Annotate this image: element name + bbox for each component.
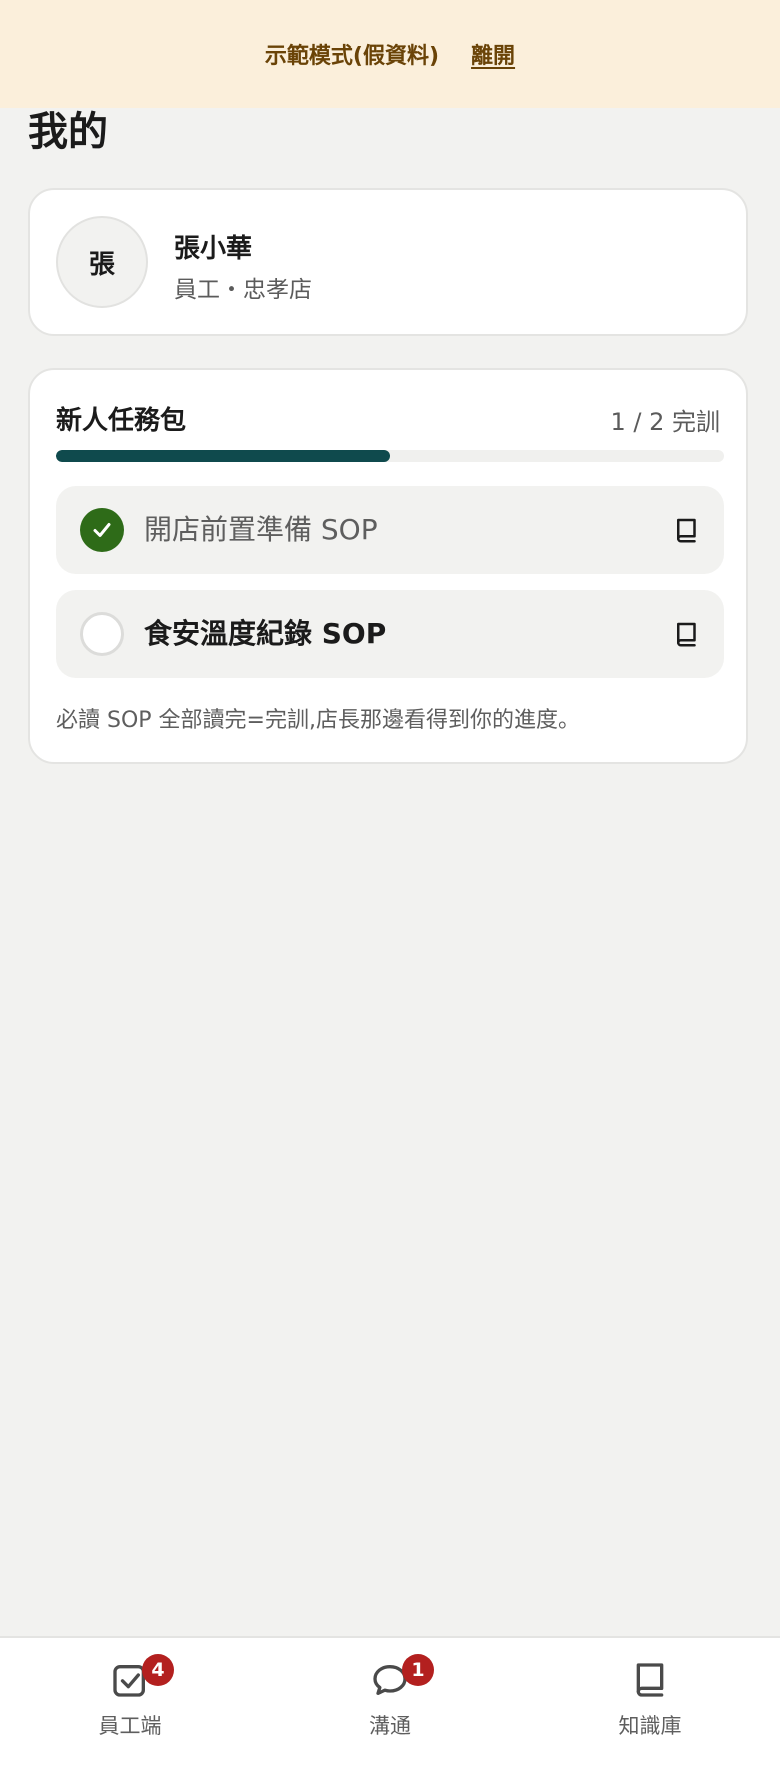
book-icon <box>636 1663 664 1697</box>
nav-label: 溝通 <box>369 1714 411 1738</box>
task-label: 食安溫度紀錄 SOP <box>144 617 387 650</box>
nav-item-messages[interactable]: 1 溝通 <box>260 1638 520 1780</box>
onboarding-progress-text: 1 / 2 完訓 <box>610 408 720 436</box>
task-label: 開店前置準備 SOP <box>144 513 378 546</box>
avatar: 張 <box>56 216 148 308</box>
page-title: 我的 <box>28 109 108 155</box>
profile-name: 張小華 <box>174 234 253 264</box>
task-item-opening-prep-sop[interactable]: 開店前置準備 SOP <box>56 486 724 574</box>
nav-item-staff[interactable]: 4 員工端 <box>0 1638 260 1780</box>
profile-card: 張 張小華 員工・忠孝店 <box>28 188 748 336</box>
book-icon[interactable] <box>672 515 702 545</box>
demo-mode-banner: 示範模式(假資料) 離開 <box>0 0 780 108</box>
onboarding-progress-bar <box>56 450 724 462</box>
exit-demo-link[interactable]: 離開 <box>471 38 515 70</box>
book-icon[interactable] <box>672 619 702 649</box>
nav-item-knowledge-base[interactable]: 知識庫 <box>520 1638 780 1780</box>
check-done-icon <box>80 508 124 552</box>
notification-badge: 4 <box>142 1654 174 1686</box>
task-item-food-safety-temp-sop[interactable]: 食安溫度紀錄 SOP <box>56 590 724 678</box>
onboarding-note: 必讀 SOP 全部讀完=完訓,店長那邊看得到你的進度。 <box>56 708 580 733</box>
demo-mode-text: 示範模式(假資料) <box>264 44 440 69</box>
nav-label: 知識庫 <box>618 1714 682 1738</box>
check-empty-icon <box>80 612 124 656</box>
onboarding-title: 新人任務包 <box>56 406 187 436</box>
onboarding-progress-fill <box>56 450 390 462</box>
notification-badge: 1 <box>402 1654 434 1686</box>
profile-role: 員工・忠孝店 <box>174 277 312 303</box>
bottom-nav: 4 員工端 1 溝通 知識庫 <box>0 1636 780 1780</box>
onboarding-tasks-card: 新人任務包 1 / 2 完訓 開店前置準備 SOP 食安溫度紀錄 SOP 必讀 … <box>28 368 748 764</box>
nav-label: 員工端 <box>98 1714 162 1738</box>
